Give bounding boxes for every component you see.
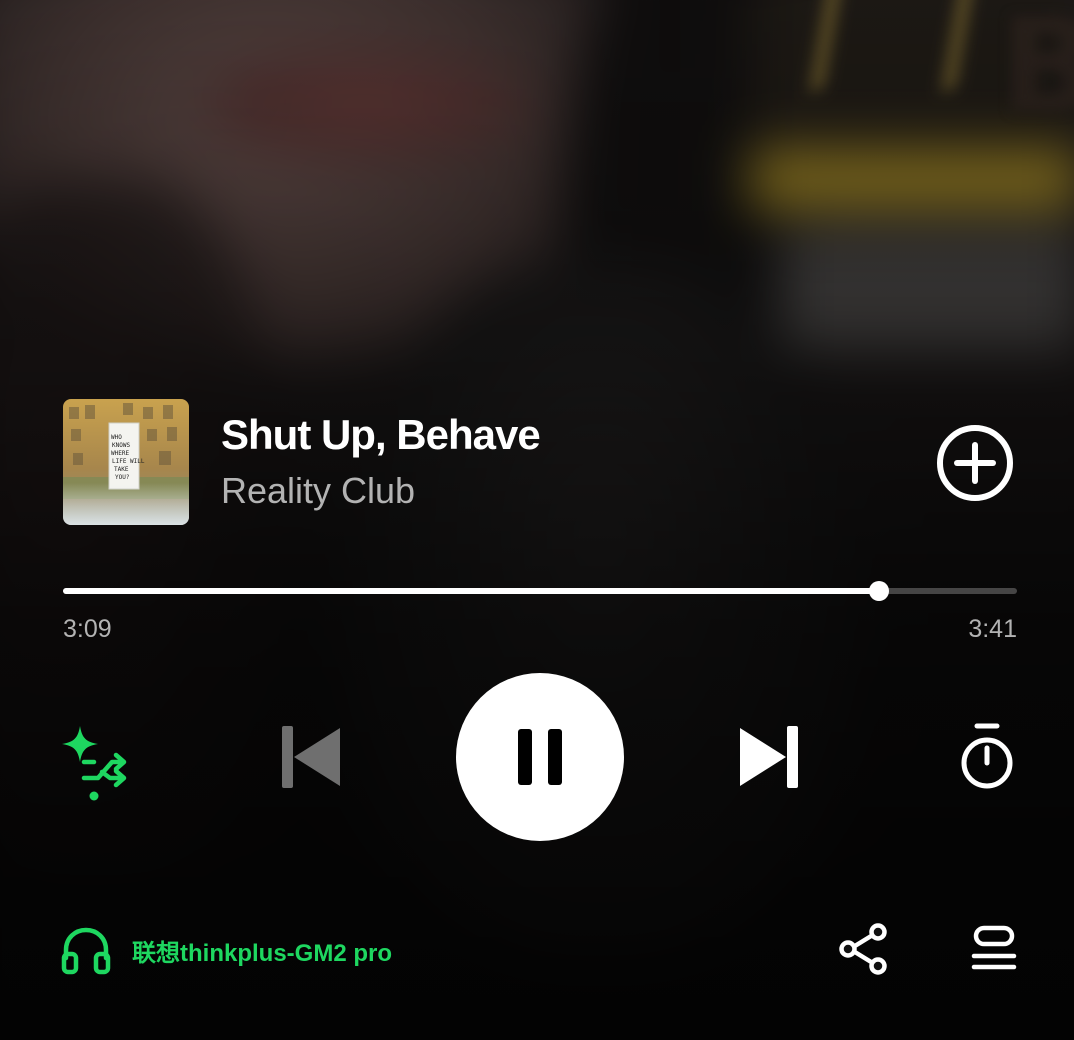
add-to-library-button[interactable]	[935, 423, 1015, 503]
skip-next-icon	[740, 726, 798, 788]
device-name[interactable]: 联想thinkplus-GM2 pro	[132, 933, 392, 968]
album-art-image: WHO KNOWS WHERE LIFE WILL TAKE YOU?	[63, 399, 189, 525]
svg-text:YOU?: YOU?	[115, 474, 130, 481]
svg-text:LIFE WILL: LIFE WILL	[112, 458, 145, 465]
svg-text:KNOWS: KNOWS	[112, 442, 130, 449]
svg-text:WHERE: WHERE	[111, 450, 129, 457]
share-icon	[839, 923, 887, 975]
svg-text:TAKE: TAKE	[114, 466, 129, 473]
album-art[interactable]: WHO KNOWS WHERE LIFE WILL TAKE YOU?	[63, 399, 189, 525]
pause-icon	[518, 729, 562, 785]
queue-icon	[971, 925, 1017, 970]
skip-previous-icon	[282, 726, 340, 788]
smart-shuffle-icon	[62, 726, 127, 801]
headphones-icon	[61, 927, 111, 975]
svg-text:WHO: WHO	[111, 434, 122, 441]
progress-fill	[63, 588, 879, 594]
total-duration: 3:41	[968, 615, 1017, 643]
previous-track-button[interactable]	[276, 722, 346, 792]
sleep-timer-icon	[961, 723, 1013, 789]
queue-button[interactable]	[966, 922, 1022, 976]
playback-progress-bar[interactable]	[63, 580, 1017, 602]
plus-circle-icon	[937, 425, 1013, 501]
progress-thumb[interactable]	[868, 581, 889, 601]
track-artist[interactable]: Reality Club	[221, 470, 415, 512]
next-track-button[interactable]	[734, 722, 804, 792]
connected-device[interactable]: 联想thinkplus-GM2 pro	[60, 922, 392, 978]
track-title[interactable]: Shut Up, Behave	[221, 411, 541, 459]
pause-button[interactable]	[456, 673, 624, 841]
smart-shuffle-button[interactable]	[60, 722, 132, 804]
elapsed-time: 3:09	[63, 615, 112, 643]
share-button[interactable]	[836, 922, 892, 976]
sleep-timer-button[interactable]	[952, 720, 1022, 794]
